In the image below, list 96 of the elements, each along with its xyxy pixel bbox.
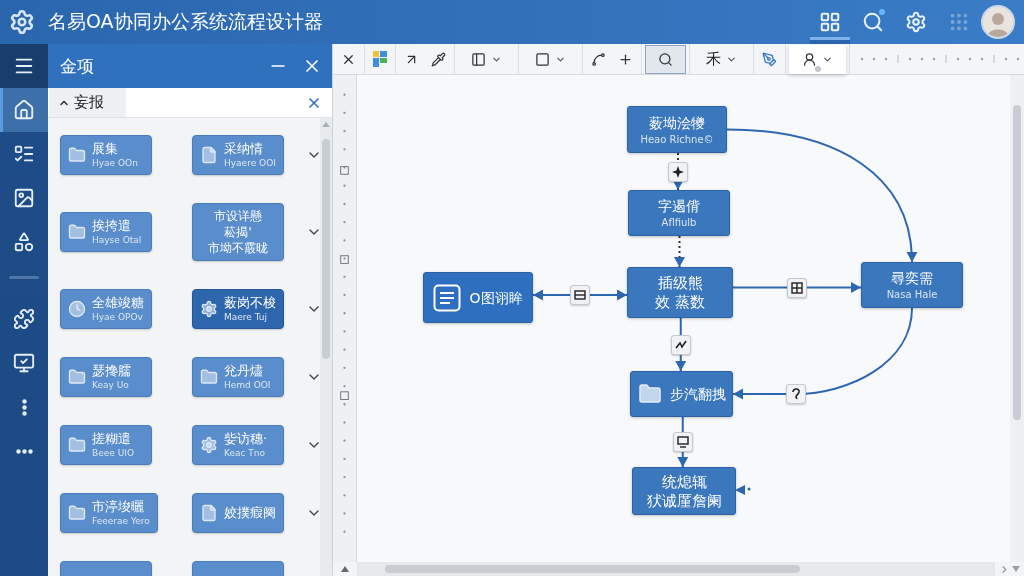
folder-icon	[68, 146, 86, 164]
window-title: 名易OA协同办公系统流程设计器	[48, 9, 323, 34]
folder-icon	[68, 504, 86, 522]
card-subtitle: Keay Uo	[92, 379, 130, 391]
gear-icon	[9, 9, 35, 35]
monitor-check-icon	[13, 352, 35, 374]
card-title: 姕访穗·	[224, 431, 267, 447]
card-title: 瑟搀臑	[92, 363, 131, 379]
node-title: 统熄辄	[661, 472, 707, 491]
home-icon	[13, 99, 35, 121]
search-button[interactable]	[645, 44, 686, 74]
vertical-dots-icon	[21, 398, 27, 416]
node-subtitle: Aflfiulb	[661, 216, 697, 229]
file-icon	[200, 504, 218, 522]
card-subtitle: Hayse Otal	[92, 234, 142, 246]
plus-icon	[618, 51, 633, 67]
scrollbar-thumb[interactable]	[1013, 105, 1021, 420]
more-icon	[15, 448, 33, 454]
item-card[interactable]: 姣撲瘕阕	[192, 493, 284, 533]
card-subtitle: Hyae OPOv	[92, 311, 144, 323]
item-card[interactable]: 兊丹燼 Hemd OOI	[192, 357, 284, 397]
pipette-icon	[431, 51, 446, 67]
card-subtitle: Hyaere OOI	[224, 157, 276, 169]
card-title: 搓糊遣	[92, 431, 132, 447]
shapes-icon	[13, 231, 35, 253]
folder-icon	[637, 382, 662, 406]
card-title: 挨挎遣	[92, 218, 132, 234]
card-text: 市坳不霰昽	[208, 240, 268, 256]
nav-item[interactable]	[0, 88, 48, 132]
card-subtitle: Hyae OOn	[92, 157, 138, 169]
clock-icon	[68, 300, 86, 318]
folder-icon	[68, 223, 86, 241]
card-subtitle: Hemd OOI	[224, 379, 271, 391]
node-title: 效 蒸数	[655, 293, 705, 311]
card-title: 展集	[92, 141, 119, 157]
card-subtitle: Keac Tno	[224, 447, 267, 459]
handle-icon	[814, 65, 821, 72]
scrollbar-thumb[interactable]	[385, 565, 800, 573]
triangle-up-icon[interactable]	[341, 566, 349, 572]
gear-icon	[200, 436, 218, 454]
item-card[interactable]: 全雄竣糖 Hyae OPOv	[60, 289, 152, 329]
settings-icon	[905, 11, 927, 33]
card-subtitle: Feeerae Yero	[92, 515, 150, 527]
item-card[interactable]: 市设详懸 菘揭' 市坳不霰昽	[192, 203, 284, 261]
grid-icon	[819, 11, 841, 33]
search-icon	[658, 51, 673, 67]
item-card[interactable]: 薮岗不梭 Maere Tuj	[192, 289, 284, 329]
search-icon	[862, 11, 884, 33]
card-text: 菘揭'	[224, 224, 252, 240]
filter-field[interactable]: 妄报	[49, 88, 126, 117]
card-title: 薮岗不梭	[224, 295, 276, 311]
item-card[interactable]: 展集 Hyae OOn	[60, 135, 152, 175]
form-icon	[433, 283, 462, 312]
pen-tool-icon	[762, 51, 777, 67]
card-title: 全雄竣糖	[92, 295, 144, 311]
node-title: 插级熊	[657, 274, 703, 292]
node-title: 步汽翻拽	[669, 385, 726, 403]
item-card[interactable]: 采纳情 Hyaere OOI	[192, 135, 284, 175]
person-dropdown[interactable]	[789, 44, 846, 74]
scrollbar-thumb[interactable]	[322, 139, 330, 359]
panel-title: 金项	[60, 54, 94, 78]
gear-icon	[200, 300, 218, 318]
node-subtitle: Heao Richne©	[640, 132, 714, 146]
node-subtitle: Nasa Hale	[886, 288, 938, 301]
node-title: 薮坳浍犪	[649, 113, 705, 132]
panel-icon	[471, 51, 486, 67]
avatar-icon[interactable]	[981, 5, 1015, 39]
card-subtitle: Maere Tuj	[224, 311, 269, 323]
font-dropdown[interactable]: 禾	[693, 44, 750, 74]
item-card[interactable]: 瑟搀臑 Keay Uo	[60, 357, 152, 397]
curve-icon	[591, 51, 606, 67]
color-squares-icon	[373, 51, 387, 67]
card-title: 采纳情	[224, 141, 264, 157]
puzzle-icon	[13, 308, 35, 330]
card-title: 姣撲瘕阕	[224, 505, 276, 521]
node-title: 字遏偝	[658, 197, 700, 215]
folder-icon	[68, 368, 86, 386]
item-card[interactable]: 姕访穗· Keac Tno	[192, 425, 284, 465]
item-card[interactable]: 市渟埈曬 Feeerae Yero	[60, 493, 158, 533]
node-title: 尋奕需	[891, 269, 933, 287]
image-icon	[13, 187, 35, 209]
folder-icon	[68, 436, 86, 454]
file-icon	[200, 146, 218, 164]
card-text: 市设详懸	[214, 208, 262, 224]
node-title: 犾诚厪詹阑	[646, 491, 722, 510]
folder-icon	[200, 368, 218, 386]
person-icon	[802, 51, 817, 67]
square-icon	[535, 51, 550, 67]
dots-grid-icon	[948, 11, 970, 33]
node-title: O图诩眸	[469, 288, 523, 307]
card-title: 市渟埈曬	[92, 499, 145, 515]
card-subtitle: Beee UIO	[92, 447, 134, 459]
item-card[interactable]: 挨挎遣 Hayse Otal	[60, 212, 152, 252]
filter-value: 妄报	[74, 93, 104, 112]
item-card[interactable]: 搓糊遣 Beee UIO	[60, 425, 152, 465]
card-title: 兊丹燼	[224, 363, 264, 379]
